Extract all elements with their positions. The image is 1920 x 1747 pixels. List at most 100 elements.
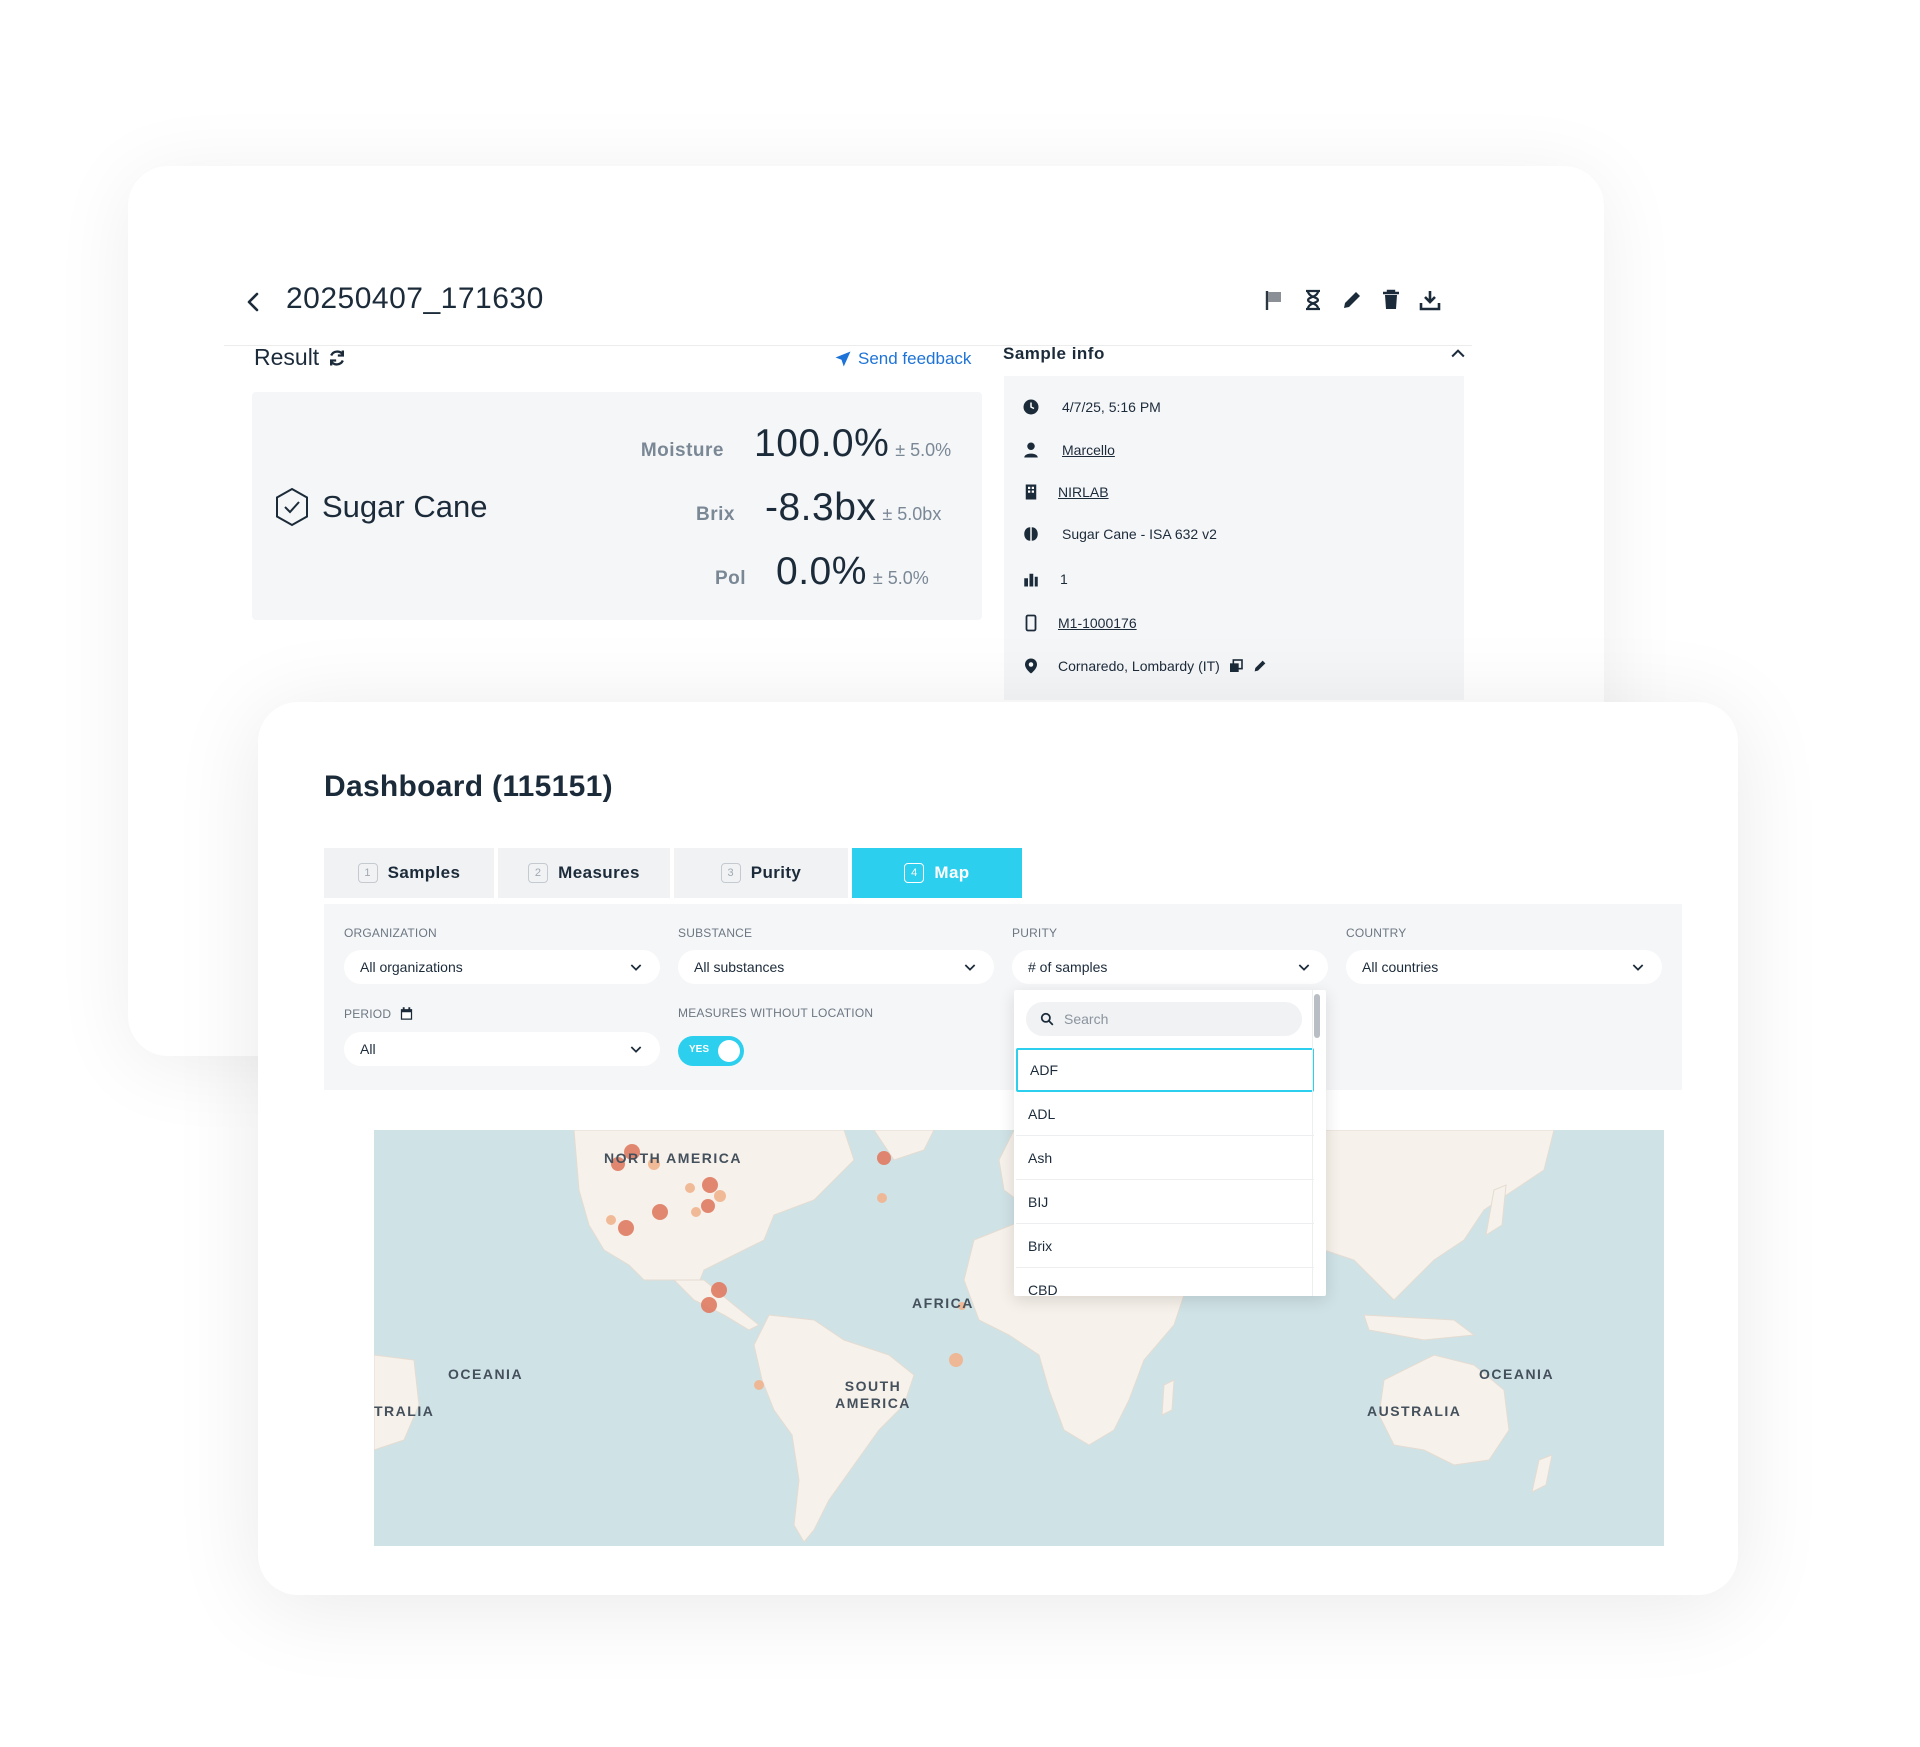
dropdown-scrollbar[interactable] bbox=[1314, 994, 1320, 1038]
substance-value: All substances bbox=[694, 959, 785, 975]
toggle-label: YES bbox=[689, 1044, 710, 1055]
info-row-model: Sugar Cane - ISA 632 v2 bbox=[1022, 525, 1217, 543]
purity-value: # of samples bbox=[1028, 959, 1108, 975]
tab-purity[interactable]: 3 Purity bbox=[674, 848, 848, 898]
detail-toolbar bbox=[1262, 288, 1442, 312]
hourglass-icon[interactable] bbox=[1301, 288, 1325, 312]
tab-label: Samples bbox=[387, 863, 461, 882]
refresh-icon[interactable] bbox=[327, 348, 347, 368]
info-device-link[interactable]: M1-1000176 bbox=[1058, 615, 1137, 631]
dropdown-options: ADF ADL Ash BIJ Brix CBD bbox=[1014, 1048, 1314, 1296]
copy-icon[interactable] bbox=[1228, 658, 1244, 674]
measure-label: Moisture bbox=[640, 440, 724, 461]
period-value: All bbox=[360, 1041, 376, 1057]
tab-number: 3 bbox=[720, 863, 741, 883]
substance-select[interactable]: All substances bbox=[678, 950, 994, 984]
bar-chart-icon bbox=[1024, 573, 1038, 587]
back-arrow-icon[interactable] bbox=[242, 290, 266, 314]
calendar-icon[interactable] bbox=[399, 1006, 414, 1021]
tab-label: Purity bbox=[750, 863, 802, 882]
substance-label: SUBSTANCE bbox=[678, 926, 753, 940]
measure-row-brix: Brix -8.3bx ± 5.0bx bbox=[635, 486, 941, 530]
result-panel: Sugar Cane Moisture 100.0% ± 5.0% Brix -… bbox=[252, 392, 982, 620]
chevron-down-icon bbox=[630, 964, 642, 971]
dropdown-option[interactable]: CBD bbox=[1016, 1268, 1314, 1297]
measure-label: Pol bbox=[714, 568, 746, 589]
period-select[interactable]: All bbox=[344, 1032, 660, 1066]
period-label: PERIOD bbox=[344, 1006, 392, 1021]
organization-label: ORGANIZATION bbox=[344, 926, 437, 940]
paper-plane-icon bbox=[835, 351, 851, 367]
purity-dropdown-menu: Search ADF ADL Ash BIJ Brix CBD bbox=[1014, 990, 1326, 1296]
result-label: Result bbox=[254, 344, 320, 370]
filters-panel: ORGANIZATION All organizations SUBSTANCE… bbox=[324, 904, 1682, 1090]
dropdown-option[interactable]: Brix bbox=[1016, 1224, 1314, 1268]
info-count: 1 bbox=[1060, 571, 1068, 587]
purity-select[interactable]: # of samples bbox=[1012, 950, 1328, 984]
map-label-north-america: NORTH AMERICA bbox=[604, 1150, 742, 1166]
brain-icon bbox=[1024, 527, 1038, 541]
info-location: Cornaredo, Lombardy (IT) bbox=[1058, 658, 1220, 674]
measures-without-location-toggle[interactable]: YES bbox=[678, 1036, 744, 1066]
send-feedback-link[interactable]: Send feedback bbox=[834, 349, 971, 369]
info-organization-link[interactable]: NIRLAB bbox=[1058, 484, 1109, 500]
user-icon bbox=[1024, 442, 1038, 458]
dropdown-option[interactable]: Ash bbox=[1016, 1136, 1314, 1180]
measure-value: 100.0% bbox=[754, 422, 890, 465]
download-icon[interactable] bbox=[1418, 288, 1442, 312]
map-label-oceania-right: OCEANIA bbox=[1479, 1366, 1555, 1382]
clock-icon bbox=[1023, 399, 1039, 415]
dropdown-search-input[interactable]: Search bbox=[1026, 1002, 1302, 1036]
location-pin-icon bbox=[1025, 658, 1037, 674]
tab-number: 2 bbox=[528, 863, 549, 883]
tab-number: 1 bbox=[357, 863, 378, 883]
country-select[interactable]: All countries bbox=[1346, 950, 1662, 984]
dashboard-title: Dashboard (115151) bbox=[324, 770, 613, 803]
tab-samples[interactable]: 1 Samples bbox=[324, 848, 494, 898]
measure-row-moisture: Moisture 100.0% ± 5.0% bbox=[624, 422, 951, 466]
send-feedback-label: Send feedback bbox=[858, 349, 972, 368]
country-label: COUNTRY bbox=[1346, 926, 1407, 940]
dashboard-tabs: 1 Samples 2 Measures 3 Purity 4 Map bbox=[324, 848, 1022, 898]
info-row-organization: NIRLAB bbox=[1022, 483, 1109, 501]
chevron-up-icon[interactable] bbox=[1448, 344, 1468, 364]
search-icon bbox=[1040, 1012, 1054, 1026]
tab-measures[interactable]: 2 Measures bbox=[498, 848, 670, 898]
map-label-africa: AFRICA bbox=[912, 1295, 974, 1311]
organization-select[interactable]: All organizations bbox=[344, 950, 660, 984]
dashboard-card: Dashboard (115151) 1 Samples 2 Measures … bbox=[258, 702, 1738, 1595]
info-row-datetime: 4/7/25, 5:16 PM bbox=[1022, 398, 1161, 416]
info-user-link[interactable]: Marcello bbox=[1062, 442, 1115, 458]
sample-info-title: Sample info bbox=[1003, 344, 1105, 363]
info-row-device: M1-1000176 bbox=[1022, 614, 1137, 632]
chevron-down-icon bbox=[1298, 964, 1310, 971]
measure-row-pol: Pol 0.0% ± 5.0% bbox=[646, 550, 929, 594]
organization-value: All organizations bbox=[360, 959, 463, 975]
purity-label: PURITY bbox=[1012, 926, 1058, 940]
search-placeholder: Search bbox=[1064, 1011, 1109, 1027]
dropdown-option[interactable]: BIJ bbox=[1016, 1180, 1314, 1224]
trash-icon[interactable] bbox=[1379, 288, 1403, 312]
toggle-knob bbox=[718, 1040, 740, 1062]
period-label-group: PERIOD bbox=[344, 1006, 414, 1021]
dropdown-option[interactable]: ADF bbox=[1016, 1048, 1314, 1092]
country-value: All countries bbox=[1362, 959, 1439, 975]
verified-hexagon-icon bbox=[276, 487, 308, 527]
pencil-icon[interactable] bbox=[1340, 288, 1364, 312]
sample-id-title: 20250407_171630 bbox=[286, 282, 544, 315]
substance-name: Sugar Cane bbox=[322, 489, 488, 524]
measures-without-location-label: MEASURES WITHOUT LOCATION bbox=[678, 1006, 874, 1020]
tab-label: Map bbox=[934, 863, 970, 882]
info-row-count: 1 bbox=[1022, 570, 1068, 588]
info-row-location: Cornaredo, Lombardy (IT) bbox=[1022, 657, 1268, 675]
measure-tolerance: ± 5.0% bbox=[895, 440, 952, 460]
dropdown-option[interactable]: ADL bbox=[1016, 1092, 1314, 1136]
chevron-down-icon bbox=[1632, 964, 1644, 971]
chevron-down-icon bbox=[630, 1046, 642, 1053]
measure-value: -8.3bx bbox=[765, 486, 877, 529]
tab-label: Measures bbox=[558, 863, 640, 882]
measure-label: Brix bbox=[696, 504, 735, 525]
flag-icon[interactable] bbox=[1262, 288, 1286, 312]
edit-location-pencil-icon[interactable] bbox=[1252, 658, 1268, 674]
tab-map[interactable]: 4 Map bbox=[852, 848, 1022, 898]
